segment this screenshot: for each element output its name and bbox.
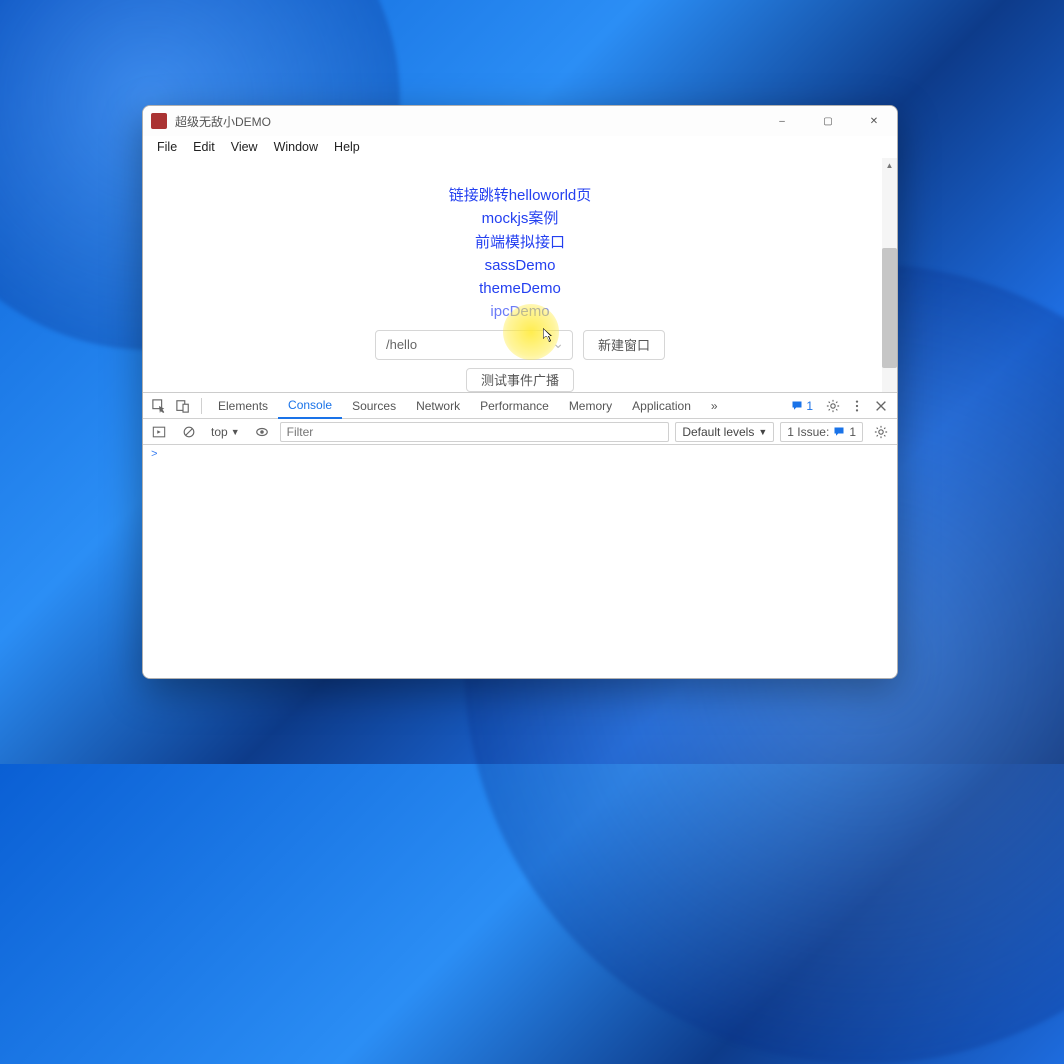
link-list: 链接跳转helloworld页 mockjs案例 前端模拟接口 sassDemo…: [143, 158, 897, 392]
console-output[interactable]: >: [143, 445, 897, 678]
device-toggle-icon[interactable]: [171, 393, 195, 419]
maximize-button[interactable]: ▢: [805, 106, 851, 136]
tab-elements[interactable]: Elements: [208, 393, 278, 419]
message-count[interactable]: 1: [783, 399, 821, 413]
live-expression-icon[interactable]: [250, 419, 274, 445]
window-title: 超级无敌小DEMO: [175, 113, 759, 130]
issues-button[interactable]: 1 Issue: 1: [780, 422, 863, 442]
tab-performance[interactable]: Performance: [470, 393, 559, 419]
vertical-scrollbar[interactable]: ▲: [882, 158, 897, 392]
filter-input[interactable]: [280, 422, 670, 442]
link-theme-demo[interactable]: themeDemo: [479, 277, 561, 300]
tab-sources[interactable]: Sources: [342, 393, 406, 419]
link-mock-api[interactable]: 前端模拟接口: [475, 231, 565, 254]
settings-icon[interactable]: [821, 393, 845, 419]
devtools-close-icon[interactable]: [869, 393, 893, 419]
scrollbar-thumb[interactable]: [882, 248, 897, 368]
close-button[interactable]: ✕: [851, 106, 897, 136]
console-prompt: >: [151, 449, 158, 461]
menu-edit[interactable]: Edit: [185, 138, 223, 156]
titlebar: 超级无敌小DEMO – ▢ ✕: [143, 106, 897, 136]
context-selector[interactable]: top ▼: [207, 425, 244, 439]
content-area: 链接跳转helloworld页 mockjs案例 前端模拟接口 sassDemo…: [143, 158, 897, 392]
console-filter-bar: top ▼ Default levels ▼ 1 Issue: 1: [143, 419, 897, 445]
link-sass-demo[interactable]: sassDemo: [485, 254, 556, 277]
tab-memory[interactable]: Memory: [559, 393, 622, 419]
sidebar-toggle-icon[interactable]: [147, 419, 171, 445]
menu-help[interactable]: Help: [326, 138, 368, 156]
menubar: File Edit View Window Help: [143, 136, 897, 158]
link-ipc-demo[interactable]: ipcDemo: [490, 300, 549, 323]
app-window: 超级无敌小DEMO – ▢ ✕ File Edit View Window He…: [142, 105, 898, 679]
route-select[interactable]: /hello: [375, 330, 573, 360]
controls-row: /hello 新建窗口: [375, 330, 665, 360]
link-helloworld[interactable]: 链接跳转helloworld页: [449, 184, 592, 207]
broadcast-button[interactable]: 测试事件广播: [466, 368, 574, 393]
scroll-up-icon[interactable]: ▲: [882, 158, 897, 173]
app-icon: [151, 113, 167, 129]
minimize-button[interactable]: –: [759, 106, 805, 136]
tab-console[interactable]: Console: [278, 393, 342, 419]
tab-application[interactable]: Application: [622, 393, 701, 419]
tab-network[interactable]: Network: [406, 393, 470, 419]
new-window-button[interactable]: 新建窗口: [583, 330, 665, 360]
kebab-menu-icon[interactable]: [845, 393, 869, 419]
devtools-tabs: Elements Console Sources Network Perform…: [143, 393, 897, 419]
link-mockjs[interactable]: mockjs案例: [482, 207, 559, 230]
tabs-overflow[interactable]: »: [701, 393, 728, 419]
menu-window[interactable]: Window: [266, 138, 326, 156]
menu-file[interactable]: File: [149, 138, 185, 156]
inspect-icon[interactable]: [147, 393, 171, 419]
clear-console-icon[interactable]: [177, 419, 201, 445]
route-select-value: /hello: [386, 337, 417, 352]
devtools-panel: Elements Console Sources Network Perform…: [143, 392, 897, 678]
log-levels-dropdown[interactable]: Default levels ▼: [675, 422, 774, 442]
menu-view[interactable]: View: [223, 138, 266, 156]
console-settings-icon[interactable]: [869, 419, 893, 445]
